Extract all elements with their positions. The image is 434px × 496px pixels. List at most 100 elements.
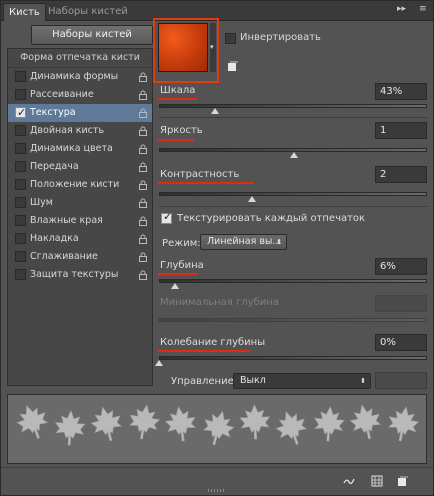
checkmark-icon: ✓	[163, 210, 173, 223]
list-item-checkbox[interactable]	[15, 71, 26, 82]
list-item-checkbox[interactable]	[15, 197, 26, 208]
list-item-checkbox[interactable]	[15, 125, 26, 136]
contrast-input[interactable]: 2	[375, 166, 427, 183]
list-item-checkbox[interactable]	[15, 143, 26, 154]
list-item[interactable]: ✓ Текстура	[8, 104, 152, 122]
lock-icon[interactable]	[138, 162, 148, 172]
control-dropdown[interactable]: Выкл ⬍	[233, 373, 371, 389]
depth-jitter-underline	[158, 350, 250, 352]
depth-jitter-slider-thumb[interactable]	[155, 360, 163, 366]
brightness-underline	[158, 139, 194, 141]
depth-jitter-input[interactable]: 0%	[375, 334, 427, 351]
texture-picker-dropdown[interactable]: ▾	[210, 23, 216, 72]
scale-input[interactable]: 43%	[375, 83, 427, 100]
list-item[interactable]: Накладка	[8, 230, 152, 248]
dropdown-arrow-icon: ▾	[210, 43, 214, 51]
depth-label: Глубина	[160, 260, 204, 271]
list-item-label: Защита текстуры	[30, 269, 119, 280]
depth-input[interactable]: 6%	[375, 258, 427, 275]
lock-icon[interactable]	[138, 144, 148, 154]
tab-brush-presets[interactable]: Наборы кистей	[43, 3, 133, 21]
mode-value: Линейная вы...	[207, 236, 282, 247]
list-item-label: Шум	[30, 197, 53, 208]
list-item-label: Рассеивание	[30, 89, 94, 100]
list-item[interactable]: Защита текстуры	[8, 266, 152, 284]
brush-presets-button[interactable]: Наборы кистей	[31, 25, 153, 45]
invert-checkbox[interactable]	[225, 33, 236, 44]
lock-icon[interactable]	[138, 180, 148, 190]
brightness-label: Яркость	[160, 125, 203, 136]
brightness-slider-thumb[interactable]	[290, 152, 298, 158]
min-depth-input	[375, 295, 427, 312]
lock-icon[interactable]	[138, 270, 148, 280]
leaf-stamp	[312, 405, 346, 443]
list-item[interactable]: Динамика цвета	[8, 140, 152, 158]
list-item-checkbox[interactable]	[15, 89, 26, 100]
list-item-checkbox[interactable]	[15, 269, 26, 280]
panel-menu-icon[interactable]: ≡	[419, 4, 427, 14]
new-preset-icon[interactable]	[227, 61, 238, 72]
list-item-label: Сглаживание	[30, 251, 98, 262]
list-item-checkbox[interactable]	[15, 251, 26, 262]
list-item-label: Положение кисти	[30, 179, 120, 190]
leaf-stamp	[199, 407, 238, 449]
list-item-label: Влажные края	[30, 215, 103, 226]
list-item[interactable]: Передача	[8, 158, 152, 176]
list-item-checkbox[interactable]	[15, 179, 26, 190]
list-item-label: Двойная кисть	[30, 125, 105, 136]
scale-slider-track[interactable]	[159, 104, 427, 108]
list-item[interactable]: Динамика формы	[8, 68, 152, 86]
list-item-checkbox[interactable]	[15, 161, 26, 172]
leaf-stamp	[12, 400, 53, 444]
texture-each-tip-label: Текстурировать каждый отпечаток	[177, 213, 366, 224]
depth-slider-track[interactable]	[159, 279, 427, 283]
lock-icon[interactable]	[138, 234, 148, 244]
list-item-checkbox[interactable]: ✓	[15, 106, 26, 119]
leaf-stamp	[87, 403, 126, 445]
contrast-slider-thumb[interactable]	[248, 196, 256, 202]
tab-brush[interactable]: Кисть	[3, 3, 46, 21]
lock-icon[interactable]	[138, 198, 148, 208]
list-item-label: Накладка	[30, 233, 79, 244]
new-brush-icon[interactable]	[397, 475, 409, 487]
lock-icon[interactable]	[138, 126, 148, 136]
list-item[interactable]: Положение кисти	[8, 176, 152, 194]
lock-icon[interactable]	[138, 108, 148, 118]
texture-each-tip-checkbox[interactable]: ✓	[161, 210, 173, 224]
grid-icon[interactable]	[371, 475, 383, 487]
leaf-stamp	[53, 409, 87, 447]
list-item[interactable]: Двойная кисть	[8, 122, 152, 140]
lock-icon[interactable]	[138, 216, 148, 226]
checkmark-icon: ✓	[17, 106, 27, 119]
list-item-checkbox[interactable]	[15, 233, 26, 244]
dropdown-arrows-icon: ⬍	[276, 238, 282, 246]
list-item-label: Динамика формы	[30, 71, 119, 82]
resize-grip[interactable]	[208, 489, 226, 492]
depth-slider-thumb[interactable]	[171, 283, 179, 289]
mode-dropdown[interactable]: Линейная вы... ⬍	[200, 234, 287, 250]
brush-toggle-icon[interactable]	[343, 475, 355, 487]
brush-stroke-preview	[7, 394, 427, 464]
scale-label: Шкала	[160, 85, 196, 96]
leaf-stamp	[163, 404, 199, 444]
texture-swatch[interactable]	[158, 23, 208, 72]
leaf-stamp	[385, 403, 422, 444]
scale-slider-thumb[interactable]	[211, 108, 219, 114]
list-item[interactable]: Шум	[8, 194, 152, 212]
control-extra-field	[375, 372, 427, 389]
lock-icon[interactable]	[138, 252, 148, 262]
list-header-brush-tip-shape[interactable]: Форма отпечатка кисти	[8, 49, 152, 68]
lock-icon[interactable]	[138, 72, 148, 82]
min-depth-label: Минимальная глубина	[160, 297, 279, 308]
collapse-icon[interactable]: ▸▸	[397, 4, 406, 14]
list-item[interactable]: Рассеивание	[8, 86, 152, 104]
divider	[159, 117, 427, 118]
brightness-input[interactable]: 1	[375, 122, 427, 139]
list-item-checkbox[interactable]	[15, 215, 26, 226]
list-item[interactable]: Сглаживание	[8, 248, 152, 266]
lock-icon[interactable]	[138, 90, 148, 100]
contrast-label: Контрастность	[160, 169, 240, 180]
contrast-slider-track[interactable]	[159, 192, 427, 196]
depth-jitter-slider-track[interactable]	[159, 356, 427, 360]
list-item[interactable]: Влажные края	[8, 212, 152, 230]
